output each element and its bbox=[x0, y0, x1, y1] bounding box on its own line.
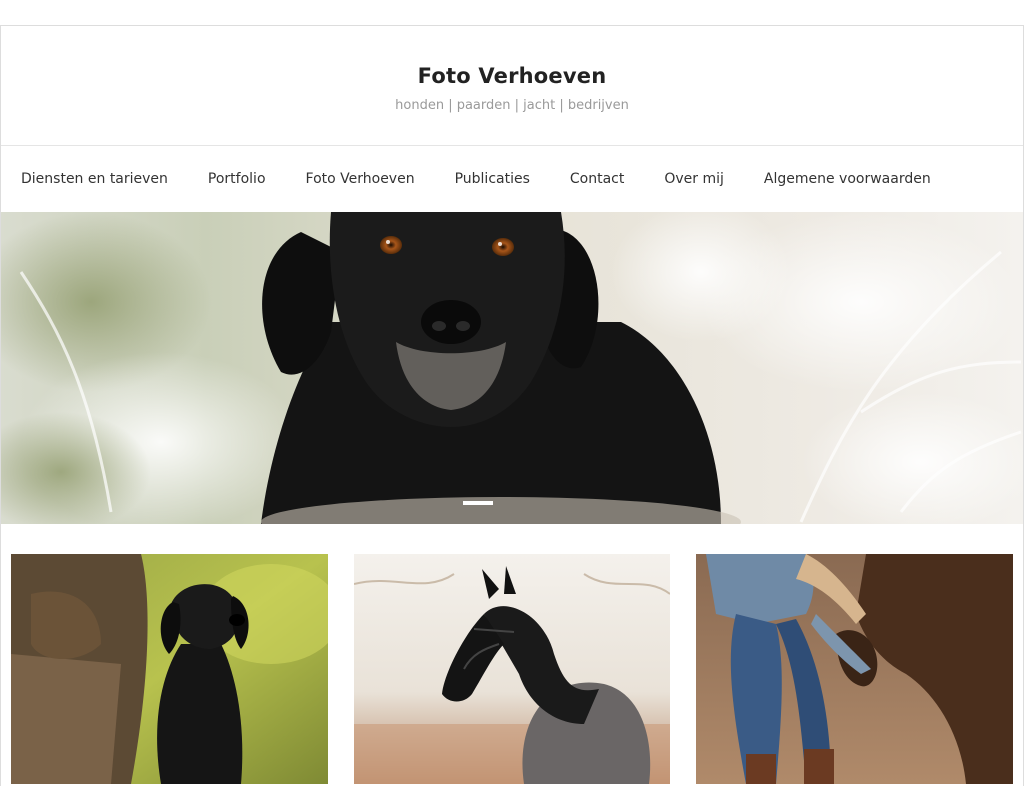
gallery-thumb-farrier[interactable] bbox=[696, 554, 1013, 784]
hero-slider[interactable] bbox=[1, 212, 1023, 524]
site-header: Foto Verhoeven honden | paarden | jacht … bbox=[1, 26, 1023, 146]
hero-image-black-labrador bbox=[1, 212, 1023, 524]
gallery-thumb-horse[interactable] bbox=[354, 554, 670, 784]
nav-item-portfolio[interactable]: Portfolio bbox=[208, 171, 266, 187]
thumbnail-horse-hoof-care-photo bbox=[696, 554, 1013, 784]
nav-item-contact[interactable]: Contact bbox=[570, 171, 624, 187]
main-nav: Diensten en tarieven Portfolio Foto Verh… bbox=[1, 146, 1023, 212]
nav-item-diensten-en-tarieven[interactable]: Diensten en tarieven bbox=[21, 171, 168, 187]
slider-indicator-dot[interactable] bbox=[463, 501, 493, 505]
site-tagline: honden | paarden | jacht | bedrijven bbox=[395, 98, 629, 113]
nav-item-algemene-voorwaarden[interactable]: Algemene voorwaarden bbox=[764, 171, 931, 187]
nav-item-over-mij[interactable]: Over mij bbox=[664, 171, 724, 187]
gallery-thumb-dog[interactable] bbox=[11, 554, 328, 784]
portfolio-gallery bbox=[1, 524, 1023, 784]
page-frame: Foto Verhoeven honden | paarden | jacht … bbox=[0, 25, 1024, 786]
thumbnail-black-horse-photo bbox=[354, 554, 670, 784]
site-title[interactable]: Foto Verhoeven bbox=[418, 64, 607, 88]
nav-item-publicaties[interactable]: Publicaties bbox=[455, 171, 530, 187]
thumbnail-black-labrador-photo bbox=[11, 554, 328, 784]
nav-item-foto-verhoeven[interactable]: Foto Verhoeven bbox=[306, 171, 415, 187]
